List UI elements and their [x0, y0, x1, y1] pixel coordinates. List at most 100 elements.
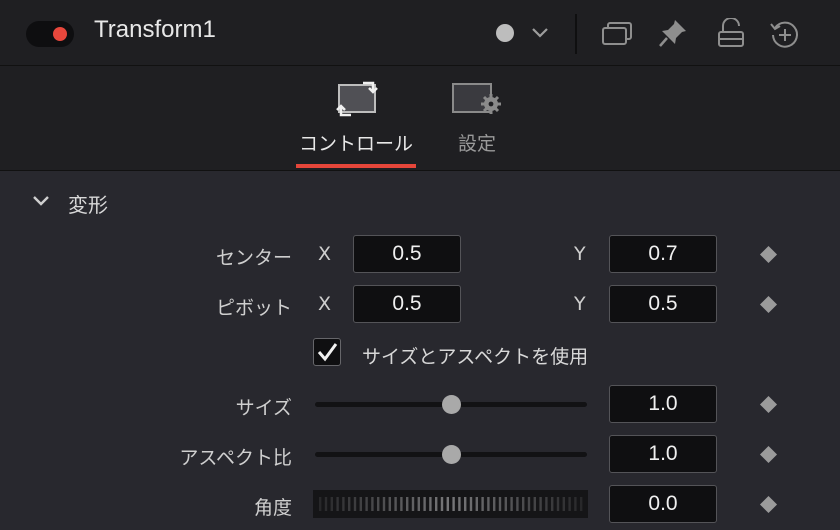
dial-tick	[516, 497, 519, 511]
dial-tick	[353, 497, 357, 511]
center-row: センター X 0.5 Y 0.7	[0, 235, 840, 275]
dial-tick	[417, 497, 420, 511]
keyframe-diamond-icon[interactable]	[759, 395, 778, 414]
dial-tick	[580, 497, 583, 511]
center-x-field[interactable]: 0.5	[353, 235, 461, 273]
dial-tick	[568, 497, 571, 511]
center-y-axis-label: Y	[574, 243, 586, 265]
versions-icon[interactable]	[601, 18, 635, 48]
aspect-slider-thumb[interactable]	[442, 445, 461, 464]
center-y-field[interactable]: 0.7	[609, 235, 717, 273]
transform-icon	[336, 81, 378, 117]
aspect-label: アスペクト比	[179, 447, 292, 469]
toggle-indicator	[53, 27, 67, 41]
node-title: Transform1	[94, 16, 216, 43]
active-tab-underline	[296, 164, 416, 168]
angle-dial[interactable]	[313, 490, 588, 518]
dial-tick	[411, 497, 415, 511]
dial-tick	[574, 497, 577, 511]
dial-tick	[487, 497, 490, 511]
dial-tick	[371, 497, 374, 511]
pivot-row: ピボット X 0.5 Y 0.5	[0, 285, 840, 325]
dial-tick	[527, 497, 531, 511]
angle-field[interactable]: 0.0	[609, 485, 717, 523]
keyframe-diamond-icon[interactable]	[759, 495, 778, 514]
dial-tick	[556, 497, 560, 511]
dial-tick	[481, 497, 484, 511]
angle-label: 角度	[253, 497, 292, 519]
dial-tick	[429, 497, 432, 511]
pivot-y-axis-label: Y	[574, 293, 586, 315]
dial-tick	[504, 497, 507, 511]
dial-tick	[539, 497, 542, 511]
use-size-aspect-checkbox[interactable]	[313, 338, 341, 366]
pivot-x-field[interactable]: 0.5	[353, 285, 461, 323]
dial-tick	[458, 497, 461, 511]
dial-tick	[464, 497, 467, 511]
tab-controls-label: コントロール	[298, 133, 413, 155]
color-dot-icon[interactable]	[496, 24, 514, 42]
dial-tick	[319, 497, 322, 511]
size-label: サイズ	[235, 397, 292, 419]
inspector-tabs: コントロール 設定	[0, 66, 840, 171]
keyframe-diamond-icon[interactable]	[759, 445, 778, 464]
dial-tick	[435, 497, 438, 511]
tab-controls[interactable]: コントロール	[296, 66, 416, 171]
size-field[interactable]: 1.0	[609, 385, 717, 423]
section-title: 変形	[68, 193, 108, 217]
angle-row: 角度 0.0	[0, 485, 840, 525]
dial-tick	[475, 497, 478, 511]
lock-icon[interactable]	[716, 18, 746, 48]
center-label: センター	[215, 247, 292, 269]
pin-icon[interactable]	[658, 18, 688, 48]
tab-settings-label: 設定	[457, 133, 496, 155]
dial-tick	[330, 497, 333, 511]
aspect-field[interactable]: 1.0	[609, 435, 717, 473]
dial-tick	[324, 497, 328, 511]
dial-tick	[452, 497, 455, 511]
dial-tick	[522, 497, 525, 511]
dial-tick	[493, 497, 496, 511]
dial-tick	[359, 497, 362, 511]
size-slider-thumb[interactable]	[442, 395, 461, 414]
pivot-y-field[interactable]: 0.5	[609, 285, 717, 323]
dial-tick	[365, 497, 368, 511]
node-enable-toggle[interactable]	[26, 21, 74, 47]
dial-tick	[545, 497, 548, 511]
pivot-x-axis-label: X	[318, 293, 332, 315]
chevron-down-icon	[33, 196, 49, 206]
tab-settings[interactable]: 設定	[452, 66, 508, 171]
dial-tick	[406, 497, 409, 511]
pivot-label: ピボット	[215, 297, 292, 319]
dial-tick	[533, 497, 536, 511]
dial-tick	[551, 497, 554, 511]
reset-icon[interactable]	[768, 18, 800, 50]
dial-tick	[423, 497, 426, 511]
settings-gear-icon	[452, 83, 501, 114]
dial-tick	[400, 497, 403, 511]
aspect-row: アスペクト比 1.0	[0, 435, 840, 475]
angle-dial-ticks	[319, 497, 583, 511]
chevron-down-icon[interactable]	[530, 25, 550, 41]
dial-tick	[446, 497, 449, 511]
dial-tick	[498, 497, 502, 511]
dial-tick	[342, 497, 345, 511]
dial-tick	[394, 497, 397, 511]
dial-tick	[562, 497, 565, 511]
dial-tick	[377, 497, 380, 511]
keyframe-diamond-icon[interactable]	[759, 295, 778, 314]
dial-tick	[336, 497, 339, 511]
dial-tick	[469, 497, 473, 511]
dial-tick	[388, 497, 391, 511]
checkmark-icon	[317, 343, 338, 362]
use-size-aspect-label: サイズとアスペクトを使用	[362, 346, 589, 368]
keyframe-diamond-icon[interactable]	[759, 245, 778, 264]
size-row: サイズ 1.0	[0, 385, 840, 425]
dial-tick	[348, 497, 351, 511]
center-x-axis-label: X	[318, 243, 332, 265]
dial-tick	[382, 497, 386, 511]
header-divider	[575, 14, 577, 54]
node-header: Transform1	[0, 0, 840, 66]
dial-tick	[440, 497, 444, 511]
dial-tick	[510, 497, 513, 511]
